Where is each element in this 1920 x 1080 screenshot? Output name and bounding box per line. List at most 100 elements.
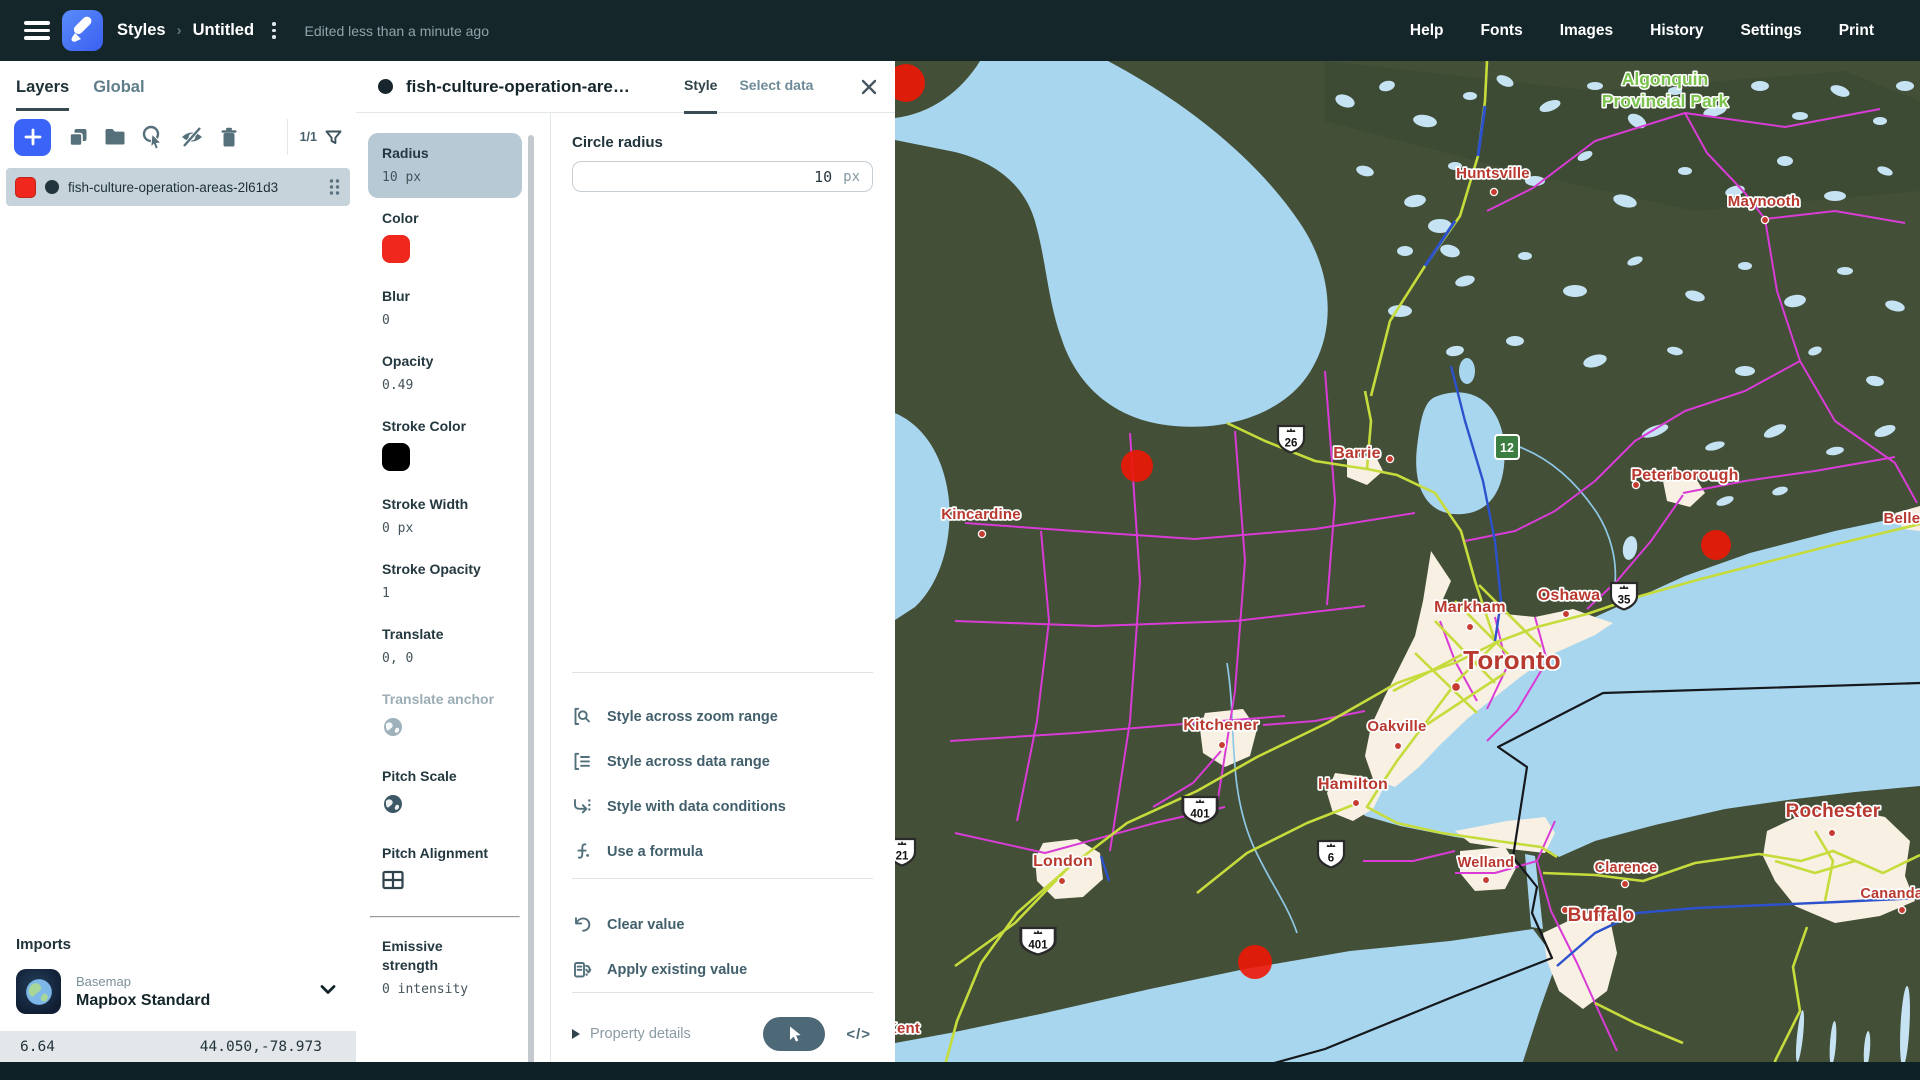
- svg-text:401: 401: [1028, 940, 1048, 952]
- cursor-mode-button[interactable]: [763, 1017, 825, 1051]
- circle-radius-input[interactable]: [585, 167, 834, 187]
- property-value: 0, 0: [382, 651, 508, 666]
- property-stroke-width[interactable]: Stroke Width0 px: [368, 484, 522, 549]
- data-range-icon: [572, 752, 592, 772]
- duplicate-layer-icon[interactable]: [67, 126, 90, 149]
- property-pitch-alignment[interactable]: Pitch Alignment: [368, 833, 522, 908]
- data-point[interactable]: [1701, 530, 1731, 560]
- topbar-nav-print[interactable]: Print: [1839, 22, 1874, 40]
- action-clear-value[interactable]: Clear value: [572, 902, 873, 947]
- menu-icon[interactable]: [24, 21, 50, 40]
- style-title[interactable]: Untitled: [193, 21, 254, 40]
- property-stroke-color[interactable]: Stroke Color: [368, 406, 522, 484]
- panel-layer-title: fish-culture-operation-are…: [406, 77, 684, 97]
- property-label: Blur: [382, 287, 500, 306]
- topbar: Styles › Untitled Edited less than a min…: [0, 0, 1920, 61]
- topbar-nav-help[interactable]: Help: [1410, 22, 1444, 40]
- property-color[interactable]: Color: [368, 198, 522, 276]
- data-point[interactable]: [1121, 450, 1153, 482]
- city-dot: [1394, 742, 1401, 749]
- city-dot: [1828, 829, 1835, 836]
- add-layer-button[interactable]: [14, 119, 51, 156]
- toggle-visibility-icon[interactable]: [179, 124, 205, 150]
- city-dot: [1352, 799, 1359, 806]
- property-value: 0 intensity: [382, 982, 508, 997]
- highway-shield-401: 401: [1021, 928, 1055, 955]
- mapbox-studio-logo[interactable]: [62, 10, 103, 51]
- action-use-a-formula[interactable]: Use a formula: [572, 829, 873, 874]
- map-graphic: 261235401401216 AlgonquinProvincial Park…: [895, 61, 1920, 1062]
- action-style-across-data-range[interactable]: Style across data range: [572, 739, 873, 784]
- action-apply-existing-value[interactable]: Apply existing value: [572, 947, 873, 992]
- property-value: 0: [382, 313, 508, 328]
- property-pitch-scale[interactable]: Pitch Scale: [368, 756, 522, 833]
- color-swatch[interactable]: [382, 443, 410, 471]
- topbar-nav-settings[interactable]: Settings: [1741, 22, 1802, 40]
- action-style-across-zoom-range[interactable]: Style across zoom range: [572, 694, 873, 739]
- city-dot: [1058, 877, 1065, 884]
- chevron-down-icon[interactable]: [316, 977, 340, 1006]
- property-details-toggle[interactable]: Property details: [590, 1026, 691, 1042]
- city-dot: [978, 530, 985, 537]
- grid-icon: [382, 870, 508, 895]
- filter-layers-icon[interactable]: [325, 129, 342, 146]
- map-label-peterborough: Peterborough: [1631, 467, 1738, 484]
- expand-details-icon[interactable]: [572, 1029, 580, 1039]
- topbar-nav-images[interactable]: Images: [1560, 22, 1613, 40]
- radius-unit: px: [843, 169, 860, 185]
- close-panel-icon[interactable]: [859, 77, 879, 97]
- property-stroke-opacity[interactable]: Stroke Opacity1: [368, 549, 522, 614]
- map-label-kincardine: Kincardine: [941, 506, 1021, 523]
- property-blur[interactable]: Blur 0: [368, 276, 522, 341]
- drag-handle-icon[interactable]: [328, 177, 341, 197]
- highway-shield-6: 6: [1318, 841, 1344, 868]
- property-radius[interactable]: Radius10 px: [368, 133, 522, 198]
- tab-layers[interactable]: Layers: [16, 78, 69, 111]
- property-label: Stroke Opacity: [382, 560, 500, 579]
- map-label-kent: Kent: [895, 1020, 920, 1037]
- data-point[interactable]: [1238, 945, 1272, 979]
- style-options-icon[interactable]: [269, 19, 279, 42]
- city-dot: [1452, 683, 1461, 692]
- layer-properties-panel: fish-culture-operation-are… Style Select…: [356, 61, 895, 1062]
- property-label: Pitch Alignment: [382, 844, 500, 863]
- tab-select-data[interactable]: Select data: [739, 60, 813, 114]
- map-label-oakville: Oakville: [1367, 718, 1426, 735]
- imports-heading: Imports: [16, 936, 340, 953]
- map-label-canandaigua: Canandaigua: [1860, 886, 1920, 902]
- topbar-nav-history[interactable]: History: [1650, 22, 1703, 40]
- map-label-belleville: Belleville: [1883, 510, 1920, 527]
- property-label: Emissive strength: [382, 937, 500, 975]
- zoom-range-icon: [572, 707, 592, 727]
- map-label-welland: Welland: [1458, 855, 1515, 871]
- property-emissive-strength[interactable]: Emissive strength 0 intensity: [368, 926, 522, 1010]
- color-swatch[interactable]: [382, 235, 410, 263]
- city-dot: [1482, 876, 1489, 883]
- action-style-with-data-conditions[interactable]: Style with data conditions: [572, 784, 873, 829]
- highway-shield-12: 12: [1495, 435, 1519, 459]
- breadcrumb-chevron-icon: ›: [177, 22, 182, 39]
- import-name: Mapbox Standard: [76, 992, 210, 1010]
- layer-row[interactable]: fish-culture-operation-areas-2l61d3: [6, 168, 350, 206]
- select-on-map-icon[interactable]: [140, 124, 166, 150]
- group-folder-icon[interactable]: [103, 125, 127, 149]
- city-dot: [1621, 880, 1628, 887]
- breadcrumb-styles[interactable]: Styles: [117, 21, 166, 40]
- map-canvas[interactable]: 261235401401216 AlgonquinProvincial Park…: [895, 61, 1920, 1062]
- property-opacity[interactable]: Opacity0.49: [368, 341, 522, 406]
- tab-style[interactable]: Style: [684, 60, 717, 114]
- highway-shield-26: 26: [1278, 426, 1304, 453]
- delete-layer-icon[interactable]: [218, 126, 240, 149]
- property-translate[interactable]: Translate0, 0: [368, 614, 522, 679]
- code-view-button[interactable]: </>: [846, 1026, 871, 1043]
- topbar-nav-fonts[interactable]: Fonts: [1481, 22, 1523, 40]
- basemap-import[interactable]: Basemap Mapbox Standard: [16, 969, 340, 1014]
- svg-text:35: 35: [1618, 595, 1631, 607]
- property-list-scrollbar[interactable]: [528, 135, 534, 1080]
- action-label: Style across data range: [607, 754, 770, 770]
- editor-footer: Property details </>: [572, 1012, 871, 1056]
- editor-divider: [572, 992, 873, 993]
- tab-global[interactable]: Global: [93, 78, 144, 111]
- property-label: Opacity: [382, 352, 500, 371]
- property-translate-anchor[interactable]: Translate anchor: [368, 679, 522, 756]
